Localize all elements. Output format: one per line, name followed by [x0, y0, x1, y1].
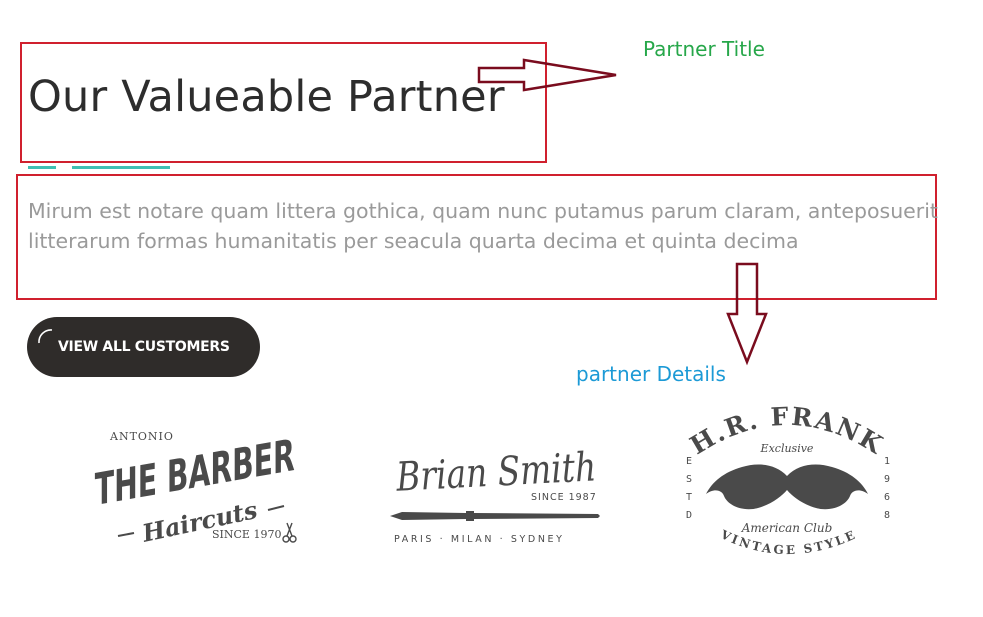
partner-description: Mirum est notare quam littera gothica, q…	[28, 199, 938, 253]
partner-logo-the-barber[interactable]: ANTONIO THE BARBER Haircuts SINCE 1970	[90, 420, 315, 560]
barber-logo-main: THE BARBER	[95, 430, 295, 516]
frank-logo-right-digit: 6	[884, 492, 890, 503]
view-all-customers-label: VIEW ALL CUSTOMERS	[58, 339, 230, 355]
title-underline-long	[72, 166, 170, 169]
paintbrush-icon	[390, 511, 600, 521]
frank-logo-left-letter: S	[686, 474, 692, 485]
frank-logo-club: American Club	[741, 521, 833, 535]
mustache-icon	[706, 464, 868, 510]
barber-logo-graphic: ANTONIO THE BARBER Haircuts SINCE 1970	[95, 430, 297, 548]
partner-logo-hr-frank[interactable]: H.R. FRANK Exclusive E S T D 1 9 6 8 Ame…	[672, 402, 902, 569]
frank-logo-left-letter: D	[686, 510, 692, 521]
partner-title-annotation-label: Partner Title	[643, 37, 765, 61]
brian-logo-cities: PARIS · MILAN · SYDNEY	[394, 534, 565, 545]
scissors-icon	[282, 522, 297, 543]
frank-logo-left-letter: E	[686, 456, 692, 467]
barber-logo-since: SINCE 1970	[212, 528, 281, 541]
frank-logo-graphic: H.R. FRANK Exclusive E S T D 1 9 6 8 Ame…	[685, 402, 890, 557]
frank-logo-right-digit: 8	[884, 510, 890, 521]
barber-logo-top: ANTONIO	[109, 430, 174, 443]
brian-logo-since: SINCE 1987	[531, 492, 597, 503]
frank-logo-left-letter: T	[686, 492, 692, 503]
loading-arc-icon	[38, 329, 53, 344]
frank-logo-right-digit: 9	[884, 474, 890, 485]
frank-logo-exclusive: Exclusive	[760, 442, 814, 455]
partner-details-annotation-label: partner Details	[576, 362, 726, 386]
view-all-customers-button[interactable]: VIEW ALL CUSTOMERS	[27, 317, 260, 377]
frank-logo-right-digit: 1	[884, 456, 890, 467]
partner-title: Our Valueable Partner	[28, 72, 505, 122]
brian-logo-graphic: Brian Smith SINCE 1987 PARIS · MILAN · S…	[390, 444, 600, 545]
title-underline-short	[28, 166, 56, 169]
down-arrow-icon	[726, 262, 768, 366]
partner-logo-brian-smith[interactable]: Brian Smith SINCE 1987 PARIS · MILAN · S…	[388, 420, 603, 550]
